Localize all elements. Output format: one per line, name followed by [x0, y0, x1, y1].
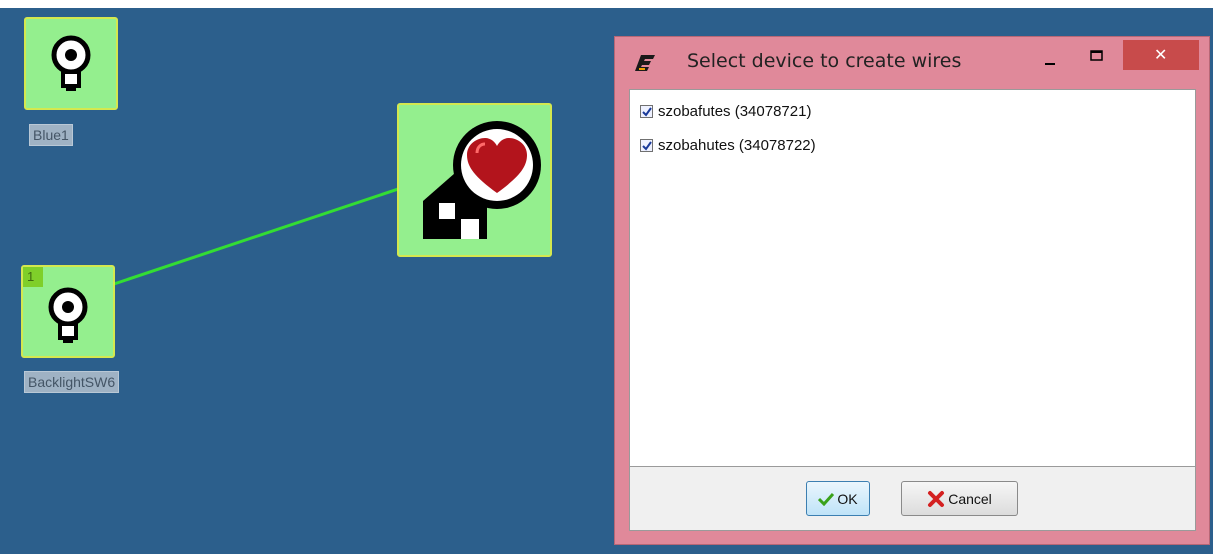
app-logo-icon	[635, 55, 655, 71]
device-node-blue1[interactable]	[24, 17, 118, 110]
heart-home-icon	[423, 121, 541, 239]
device-node-backlight[interactable]: 1	[21, 265, 115, 358]
minimize-icon	[1045, 63, 1055, 65]
dialog-footer: OK Cancel	[629, 467, 1196, 531]
ok-label: OK	[837, 490, 858, 507]
red-x-icon	[928, 490, 945, 507]
device-node-heart-home[interactable]	[397, 103, 552, 257]
ok-button[interactable]: OK	[806, 481, 870, 516]
checkmark-icon	[818, 492, 835, 506]
node-badge: 1	[23, 267, 43, 287]
minimize-button[interactable]	[1037, 41, 1063, 73]
device-label: szobahutes (34078722)	[658, 136, 816, 154]
dialog-titlebar[interactable]: Select device to create wires ✕	[615, 37, 1209, 87]
list-item-device[interactable]: szobafutes (34078721)	[640, 100, 811, 122]
dialog-title: Select device to create wires	[687, 50, 962, 72]
node-label-backlight: BacklightSW6	[24, 371, 120, 393]
select-device-dialog: Select device to create wires ✕ szobafut…	[614, 36, 1210, 545]
check-icon	[642, 140, 652, 151]
close-button[interactable]: ✕	[1123, 40, 1199, 70]
device-checkbox[interactable]	[640, 138, 653, 152]
cancel-label: Cancel	[948, 490, 992, 507]
node-label-blue1: Blue1	[29, 124, 73, 146]
check-icon	[642, 106, 652, 117]
close-icon: ✕	[1154, 45, 1168, 64]
maximize-button[interactable]	[1084, 41, 1110, 73]
lightbulb-icon	[48, 287, 88, 343]
list-item-device[interactable]: szobahutes (34078722)	[640, 134, 816, 156]
cancel-button[interactable]: Cancel	[901, 481, 1018, 516]
device-list[interactable]: szobafutes (34078721) szobahutes (340787…	[629, 89, 1196, 467]
device-label: szobafutes (34078721)	[658, 102, 812, 120]
lightbulb-icon	[51, 35, 91, 91]
device-checkbox[interactable]	[640, 104, 653, 118]
maximize-icon	[1090, 50, 1103, 61]
